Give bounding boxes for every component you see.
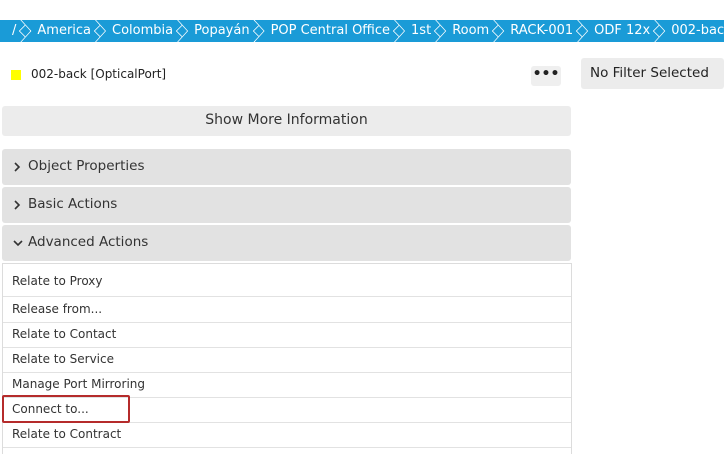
breadcrumb-pop-central-office[interactable]: POP Central Office [255,20,404,42]
action-label: Manage Port Mirroring [12,377,145,391]
chevron-right-icon [13,149,21,185]
filter-selector[interactable]: No Filter Selected [581,58,724,89]
action-manage-port-mirroring[interactable]: Manage Port Mirroring [3,372,571,398]
action-release-from[interactable]: Release from... [3,297,571,323]
breadcrumb-america[interactable]: America [21,20,105,42]
action-label: Relate to Proxy [12,274,103,288]
section-advanced-actions[interactable]: Advanced Actions [2,225,571,261]
section-label: Basic Actions [28,196,118,212]
action-label: Relate to Contact [12,327,117,341]
action-label: Connect to... [12,402,89,416]
breadcrumb-colombia[interactable]: Colombia [96,20,187,42]
show-more-information-button[interactable]: Show More Information [2,106,571,136]
chevron-right-icon [13,187,21,223]
breadcrumb-popayan[interactable]: Popayán [178,20,263,42]
chevron-down-icon [13,225,23,261]
action-relate-to-contract[interactable]: Relate to Contract [3,422,571,448]
action-label: Relate to Service [12,352,114,366]
breadcrumb-odf-12x[interactable]: ODF 12x [578,20,664,42]
breadcrumb: / America Colombia Popayán POP Central O… [0,20,724,42]
section-basic-actions[interactable]: Basic Actions [2,187,571,223]
action-relate-to-contact[interactable]: Relate to Contact [3,322,571,348]
advanced-actions-list: Relate to Proxy Release from... Relate t… [2,263,572,454]
breadcrumb-room[interactable]: Room [436,20,503,42]
more-options-button[interactable]: ••• [531,66,561,86]
action-connect-to[interactable]: Connect to... [3,397,571,423]
object-header: 002-back [OpticalPort] ••• [0,62,571,90]
action-label: Relate to Contract [12,427,122,441]
breadcrumb-rack-001[interactable]: RACK-001 [494,20,587,42]
action-relate-to-proxy[interactable]: Relate to Proxy [3,266,571,297]
section-label: Object Properties [28,158,145,174]
section-object-properties[interactable]: Object Properties [2,149,571,185]
action-label: Release from... [12,302,103,316]
breadcrumb-002-back[interactable]: 002-back [655,20,724,42]
object-color-indicator [11,70,21,80]
action-relate-to-service[interactable]: Relate to Service [3,347,571,373]
filter-label: No Filter Selected [590,65,709,81]
section-label: Advanced Actions [28,234,149,250]
object-title: 002-back [OpticalPort] [31,67,167,81]
